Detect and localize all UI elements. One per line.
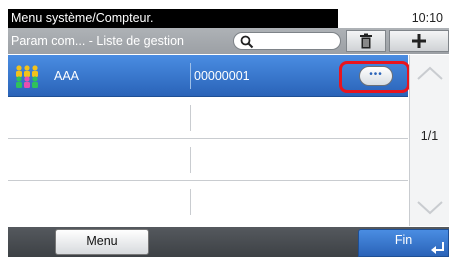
list-title: Param com... - Liste de gestion [11,34,184,48]
fin-button[interactable]: Fin [358,229,449,257]
column-divider [190,147,191,173]
callout-highlight [339,61,410,93]
enter-arrow-icon [431,242,444,254]
management-list: AAA 00000001 ••• [8,55,410,226]
chevron-up-icon[interactable] [414,59,446,89]
delete-button[interactable] [346,30,386,52]
add-button[interactable] [389,30,449,52]
page-indicator: 1/1 [420,129,439,143]
sub-header: Param com... - Liste de gestion [8,28,449,54]
chevron-down-icon[interactable] [414,192,446,222]
clock: 10:10 [411,11,443,25]
column-divider [190,189,191,215]
column-divider [190,105,191,131]
screen-title: Menu système/Compteur. [8,9,338,28]
panel-screen: Menu système/Compteur. 10:10 Param com..… [8,9,449,257]
trash-icon [360,33,372,49]
list-item-empty[interactable] [8,181,408,226]
bottom-bar: Menu Fin [8,227,449,257]
title-bar: Menu système/Compteur. 10:10 [8,9,449,28]
search-field[interactable] [233,32,341,50]
row-id: 00000001 [194,69,250,83]
group-users-icon [16,65,38,88]
list-item-aaa[interactable]: AAA 00000001 ••• [8,55,410,97]
search-icon [240,35,254,49]
list-item-empty[interactable] [8,139,408,181]
list-item-empty[interactable] [8,97,408,139]
row-name: AAA [54,69,80,83]
scroll-panel: 1/1 [409,55,449,226]
plus-icon [412,34,426,48]
menu-button[interactable]: Menu [55,229,149,255]
column-divider [190,63,191,89]
